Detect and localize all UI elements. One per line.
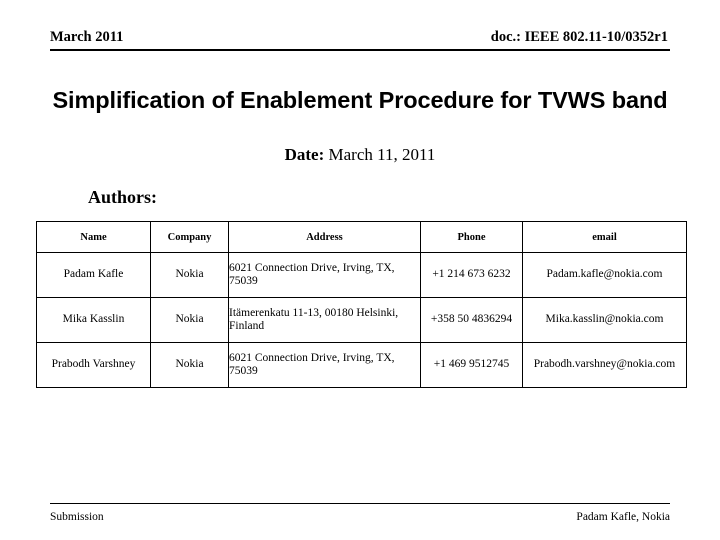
- table-row: Padam Kafle Nokia 6021 Connection Drive,…: [36, 252, 687, 298]
- table-row: Prabodh Varshney Nokia 6021 Connection D…: [36, 342, 687, 388]
- authors-heading: Authors:: [88, 187, 158, 207]
- authors-table-container: Name Company Address Phone email Padam K…: [36, 221, 687, 388]
- cell-email: Mika.kasslin@nokia.com: [522, 297, 687, 343]
- cell-phone: +358 50 4836294: [420, 297, 523, 343]
- header-date: March 2011: [50, 29, 124, 45]
- slide-header: March 2011 doc.: IEEE 802.11-10/0352r1: [50, 28, 670, 52]
- column-header-name: Name: [36, 221, 151, 253]
- authors-table: Name Company Address Phone email Padam K…: [36, 221, 687, 388]
- table-header-row: Name Company Address Phone email: [36, 221, 687, 253]
- column-header-phone: Phone: [420, 221, 523, 253]
- cell-address: Itämerenkatu 11-13, 00180 Helsinki, Finl…: [228, 297, 421, 343]
- cell-email: Padam.kafle@nokia.com: [522, 252, 687, 298]
- header-row: March 2011 doc.: IEEE 802.11-10/0352r1: [50, 28, 670, 46]
- cell-address: 6021 Connection Drive, Irving, TX, 75039: [228, 252, 421, 298]
- header-document-number: doc.: IEEE 802.11-10/0352r1: [490, 29, 668, 45]
- date-value: March 11, 2011: [324, 145, 436, 164]
- cell-phone: +1 469 9512745: [420, 342, 523, 388]
- cell-company: Nokia: [150, 342, 229, 388]
- table-body: Padam Kafle Nokia 6021 Connection Drive,…: [36, 252, 687, 388]
- cell-email: Prabodh.varshney@nokia.com: [522, 342, 687, 388]
- cell-phone: +1 214 673 6232: [420, 252, 523, 298]
- cell-name: Mika Kasslin: [36, 297, 151, 343]
- cell-company: Nokia: [150, 252, 229, 298]
- date-label: Date:: [284, 145, 325, 164]
- date-line: Date: March 11, 2011: [14, 144, 706, 166]
- cell-name: Padam Kafle: [36, 252, 151, 298]
- footer-row: Submission Padam Kafle, Nokia: [50, 510, 670, 524]
- cell-address: 6021 Connection Drive, Irving, TX, 75039: [228, 342, 421, 388]
- slide: March 2011 doc.: IEEE 802.11-10/0352r1 S…: [0, 0, 720, 540]
- column-header-address: Address: [228, 221, 421, 253]
- column-header-company: Company: [150, 221, 229, 253]
- cell-company: Nokia: [150, 297, 229, 343]
- column-header-email: email: [522, 221, 687, 253]
- footer-author-label: Padam Kafle, Nokia: [576, 511, 670, 523]
- page-title: Simplification of Enablement Procedure f…: [52, 87, 668, 113]
- footer-divider: [50, 503, 670, 504]
- table-header: Name Company Address Phone email: [36, 221, 687, 253]
- header-divider: [50, 49, 670, 51]
- table-row: Mika Kasslin Nokia Itämerenkatu 11-13, 0…: [36, 297, 687, 343]
- cell-name: Prabodh Varshney: [36, 342, 151, 388]
- footer-submission-label: Submission: [50, 511, 104, 523]
